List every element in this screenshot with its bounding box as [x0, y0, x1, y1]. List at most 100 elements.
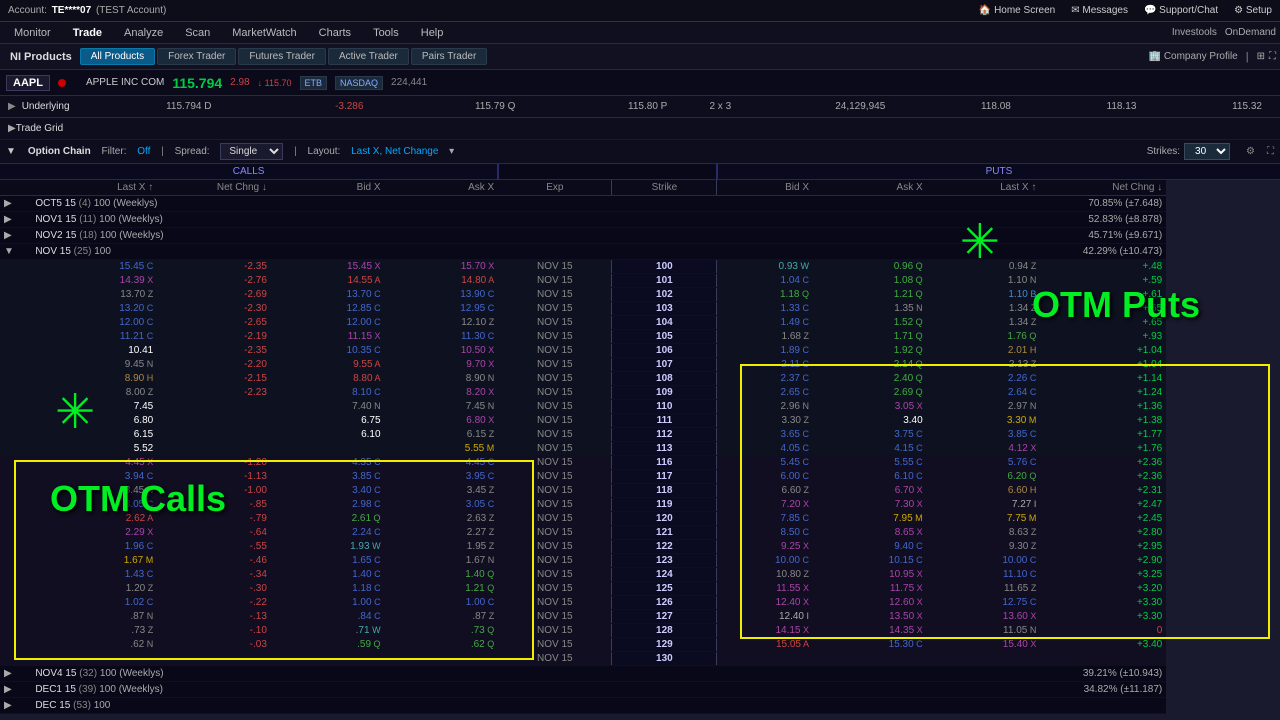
strike-cell[interactable]: 125	[612, 582, 717, 596]
table-cell[interactable]: 6.00 C	[717, 470, 813, 484]
table-cell[interactable]: 6.75	[271, 414, 385, 428]
table-cell[interactable]: 7.27 I	[927, 498, 1041, 512]
section-expand[interactable]: ▶	[0, 196, 31, 212]
table-cell[interactable]: 2.98 C	[271, 498, 385, 512]
table-cell[interactable]: 12.95 C	[385, 302, 499, 316]
table-cell[interactable]: 13.70 Z	[31, 288, 157, 302]
table-cell[interactable]: 1.18 Q	[717, 288, 813, 302]
table-cell[interactable]: 7.20 X	[717, 498, 813, 512]
call-chng[interactable]: -.30	[157, 582, 271, 596]
table-cell[interactable]: 6.60 H	[927, 484, 1041, 498]
table-cell[interactable]: 1.21 Q	[813, 288, 927, 302]
strike-cell[interactable]: 117	[612, 470, 717, 484]
strike-cell[interactable]: 111	[612, 414, 717, 428]
strike-cell[interactable]: 108	[612, 372, 717, 386]
nav-monitor[interactable]: Monitor	[4, 25, 61, 41]
table-cell[interactable]: 10.50 X	[385, 344, 499, 358]
table-cell[interactable]: 1.93 W	[271, 540, 385, 554]
table-cell[interactable]: 1.43 C	[31, 568, 157, 582]
call-chng[interactable]: -.79	[157, 512, 271, 526]
table-row[interactable]: 11.21 C -2.19 11.15 X 11.30 C NOV 15 105…	[0, 330, 1280, 344]
table-cell[interactable]	[927, 652, 1041, 666]
strike-cell[interactable]: 120	[612, 512, 717, 526]
put-chng[interactable]: +3.30	[1040, 610, 1166, 624]
table-cell[interactable]: 8.90 H	[31, 372, 157, 386]
table-cell[interactable]: 3.45 N	[31, 484, 157, 498]
table-cell[interactable]	[813, 652, 927, 666]
table-cell[interactable]: 1.34 Z	[927, 302, 1041, 316]
table-cell[interactable]: 6.15 Z	[385, 428, 499, 442]
strike-cell[interactable]: 126	[612, 596, 717, 610]
table-cell[interactable]: 3.05 X	[813, 400, 927, 414]
nav-charts[interactable]: Charts	[309, 25, 361, 41]
table-cell[interactable]: 8.10 C	[271, 386, 385, 400]
strike-cell[interactable]: 122	[612, 540, 717, 554]
table-cell[interactable]: 6.10 C	[813, 470, 927, 484]
table-cell[interactable]: 1.76 Q	[927, 330, 1041, 344]
table-row[interactable]: 12.00 C -2.65 12.00 C 12.10 Z NOV 15 104…	[0, 316, 1280, 330]
table-cell[interactable]: 12.00 C	[31, 316, 157, 330]
table-cell[interactable]: 13.60 X	[927, 610, 1041, 624]
row-expand[interactable]	[0, 330, 31, 344]
strike-cell[interactable]: 101	[612, 274, 717, 288]
table-cell[interactable]: 3.45 Z	[385, 484, 499, 498]
row-expand[interactable]	[0, 428, 31, 442]
table-cell[interactable]: .73 Q	[385, 624, 499, 638]
strike-cell[interactable]: 100	[612, 260, 717, 274]
table-cell[interactable]: 1.02 C	[31, 596, 157, 610]
call-chng[interactable]: -.03	[157, 638, 271, 652]
call-chng[interactable]: -2.30	[157, 302, 271, 316]
section-expand[interactable]: ▶	[0, 666, 31, 682]
table-cell[interactable]: 8.63 Z	[927, 526, 1041, 540]
table-row[interactable]: 3.05 C -.85 2.98 C 3.05 C NOV 15 119 7.2…	[0, 498, 1280, 512]
table-cell[interactable]: 7.75 M	[927, 512, 1041, 526]
table-cell[interactable]: 12.40 I	[717, 610, 813, 624]
put-chng[interactable]: +1.14	[1040, 372, 1166, 386]
table-cell[interactable]: 5.45 C	[717, 456, 813, 470]
row-expand[interactable]	[0, 498, 31, 512]
table-cell[interactable]: 1.49 C	[717, 316, 813, 330]
row-expand[interactable]	[0, 302, 31, 316]
table-cell[interactable]: 1.67 N	[385, 554, 499, 568]
row-expand[interactable]	[0, 400, 31, 414]
strike-cell[interactable]: 110	[612, 400, 717, 414]
table-cell[interactable]: 1.68 Z	[717, 330, 813, 344]
net-chng-puts-header[interactable]: Net Chng ↓	[1040, 180, 1166, 196]
strike-cell[interactable]: 112	[612, 428, 717, 442]
put-chng[interactable]: +2.80	[1040, 526, 1166, 540]
table-row[interactable]: .87 N -.13 .84 C .87 Z NOV 15 127 12.40 …	[0, 610, 1280, 624]
row-expand[interactable]	[0, 568, 31, 582]
table-row[interactable]: 1.43 C -.34 1.40 C 1.40 Q NOV 15 124 10.…	[0, 568, 1280, 582]
table-row[interactable]: 1.67 M -.46 1.65 C 1.67 N NOV 15 123 10.…	[0, 554, 1280, 568]
section-row[interactable]: ▶ NOV4 15 (32) 100 (Weeklys) 39.21% (±10…	[0, 666, 1280, 682]
table-cell[interactable]: 9.70 X	[385, 358, 499, 372]
table-cell[interactable]: 0.93 W	[717, 260, 813, 274]
table-cell[interactable]: 1.89 C	[717, 344, 813, 358]
put-chng[interactable]: +2.90	[1040, 554, 1166, 568]
table-cell[interactable]: 1.95 Z	[385, 540, 499, 554]
home-screen-btn[interactable]: 🏠 Home Screen	[979, 5, 1055, 16]
put-chng[interactable]: +3.25	[1040, 568, 1166, 582]
table-cell[interactable]: 1.71 Q	[813, 330, 927, 344]
support-btn[interactable]: 💬 Support/Chat	[1144, 5, 1218, 16]
table-cell[interactable]: 4.05 C	[717, 442, 813, 456]
table-cell[interactable]: 5.76 C	[927, 456, 1041, 470]
row-expand[interactable]	[0, 358, 31, 372]
table-cell[interactable]: 11.21 C	[31, 330, 157, 344]
expand-chain[interactable]: ▼	[6, 146, 16, 157]
table-cell[interactable]: 6.80 X	[385, 414, 499, 428]
row-expand[interactable]	[0, 596, 31, 610]
table-cell[interactable]: 4.15 C	[813, 442, 927, 456]
table-cell[interactable]: .62 N	[31, 638, 157, 652]
ask-x-puts-header[interactable]: Ask X	[813, 180, 927, 196]
nav-scan[interactable]: Scan	[175, 25, 220, 41]
table-cell[interactable]	[271, 652, 385, 666]
table-cell[interactable]: 10.35 C	[271, 344, 385, 358]
call-chng[interactable]: -.64	[157, 526, 271, 540]
table-cell[interactable]: 5.55 M	[385, 442, 499, 456]
table-cell[interactable]: 9.25 X	[717, 540, 813, 554]
symbol-selector[interactable]: AAPL	[6, 75, 50, 91]
strike-cell[interactable]: 119	[612, 498, 717, 512]
table-cell[interactable]: .59 Q	[271, 638, 385, 652]
table-cell[interactable]: 15.05 A	[717, 638, 813, 652]
